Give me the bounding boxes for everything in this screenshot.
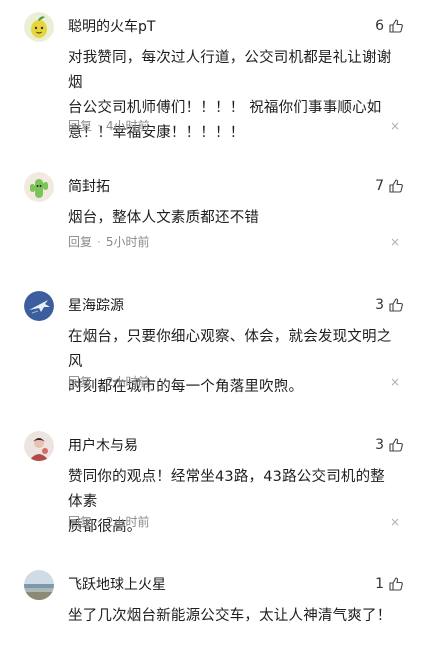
jet-avatar-icon[interactable] — [24, 291, 54, 321]
comment-text: 烟台，整体人文素质都还不错 — [68, 206, 398, 231]
comment-item: 简封拓 7 烟台，整体人文素质都还不错 回复 · 5小时前 × — [0, 172, 426, 262]
cactus-avatar-icon[interactable] — [24, 172, 54, 202]
like-button[interactable]: 7 — [375, 177, 404, 195]
username[interactable]: 用户木与易 — [68, 437, 138, 455]
username[interactable]: 飞跃地球上火星 — [68, 576, 166, 594]
comment-item: 星海踪源 3 在烟台，只要你细心观察、体会，就会发现文明之风 时刻都在城市的每一… — [0, 291, 426, 395]
like-count: 6 — [375, 18, 384, 34]
comment-item: 聪明的火车pT 6 对我赞同，每次过人行道，公交司机都是礼让谢谢烟 台公交司机师… — [0, 12, 426, 141]
like-button[interactable]: 1 — [375, 575, 404, 593]
close-icon[interactable]: × — [390, 234, 400, 250]
close-icon[interactable]: × — [390, 118, 400, 134]
comment-meta: 回复 · 4小时前 — [68, 118, 149, 134]
close-icon[interactable]: × — [390, 514, 400, 530]
like-count: 3 — [375, 297, 384, 313]
username[interactable]: 星海踪源 — [68, 297, 124, 315]
comment-meta: 回复 · 2小时前 — [68, 514, 149, 530]
username[interactable]: 简封拓 — [68, 178, 110, 196]
separator: · — [97, 375, 101, 389]
like-count: 7 — [375, 178, 384, 194]
comment-item: 用户木与易 3 赞同你的观点！经常坐43路，43路公交司机的整体素 质都很高。 … — [0, 431, 426, 535]
comment-line: 坐了几次烟台新能源公交车，太让人神清气爽了！ — [68, 608, 392, 624]
like-count: 1 — [375, 576, 384, 592]
thumbs-up-icon[interactable] — [388, 18, 404, 34]
comment-line: 对我赞同，每次过人行道，公交司机都是礼让谢谢烟 — [68, 50, 392, 91]
thumbs-up-icon[interactable] — [388, 297, 404, 313]
comment-text: 坐了几次烟台新能源公交车，太让人神清气爽了！ — [68, 604, 398, 629]
comment-line: 烟台，整体人文素质都还不错 — [68, 210, 260, 226]
reply-button[interactable]: 回复 — [68, 118, 92, 134]
comment-line: 在烟台，只要你细心观察、体会，就会发现文明之风 — [68, 329, 392, 370]
separator: · — [97, 515, 101, 529]
comment-meta: 回复 · 5小时前 — [68, 234, 149, 250]
separator: · — [97, 119, 101, 133]
separator: · — [97, 235, 101, 249]
username[interactable]: 聪明的火车pT — [68, 18, 155, 36]
comment-item: 飞跃地球上火星 1 坐了几次烟台新能源公交车，太让人神清气爽了！ — [0, 570, 426, 646]
lemon-avatar-icon[interactable] — [24, 12, 54, 42]
comment-meta: 回复 · 2小时前 — [68, 374, 149, 390]
reply-button[interactable]: 回复 — [68, 234, 92, 250]
timestamp: 4小时前 — [105, 119, 150, 133]
timestamp: 2小时前 — [105, 375, 150, 389]
thumbs-up-icon[interactable] — [388, 178, 404, 194]
portrait-avatar-icon[interactable] — [24, 431, 54, 461]
thumbs-up-icon[interactable] — [388, 437, 404, 453]
comment-feed: 聪明的火车pT 6 对我赞同，每次过人行道，公交司机都是礼让谢谢烟 台公交司机师… — [0, 0, 426, 646]
reply-button[interactable]: 回复 — [68, 514, 92, 530]
thumbs-up-icon[interactable] — [388, 576, 404, 592]
comment-line: 赞同你的观点！经常坐43路，43路公交司机的整体素 — [68, 469, 385, 510]
like-button[interactable]: 3 — [375, 296, 404, 314]
like-button[interactable]: 6 — [375, 17, 404, 35]
reply-button[interactable]: 回复 — [68, 374, 92, 390]
seascape-avatar-icon[interactable] — [24, 570, 54, 600]
like-count: 3 — [375, 437, 384, 453]
timestamp: 2小时前 — [105, 515, 150, 529]
close-icon[interactable]: × — [390, 374, 400, 390]
like-button[interactable]: 3 — [375, 436, 404, 454]
timestamp: 5小时前 — [105, 235, 150, 249]
